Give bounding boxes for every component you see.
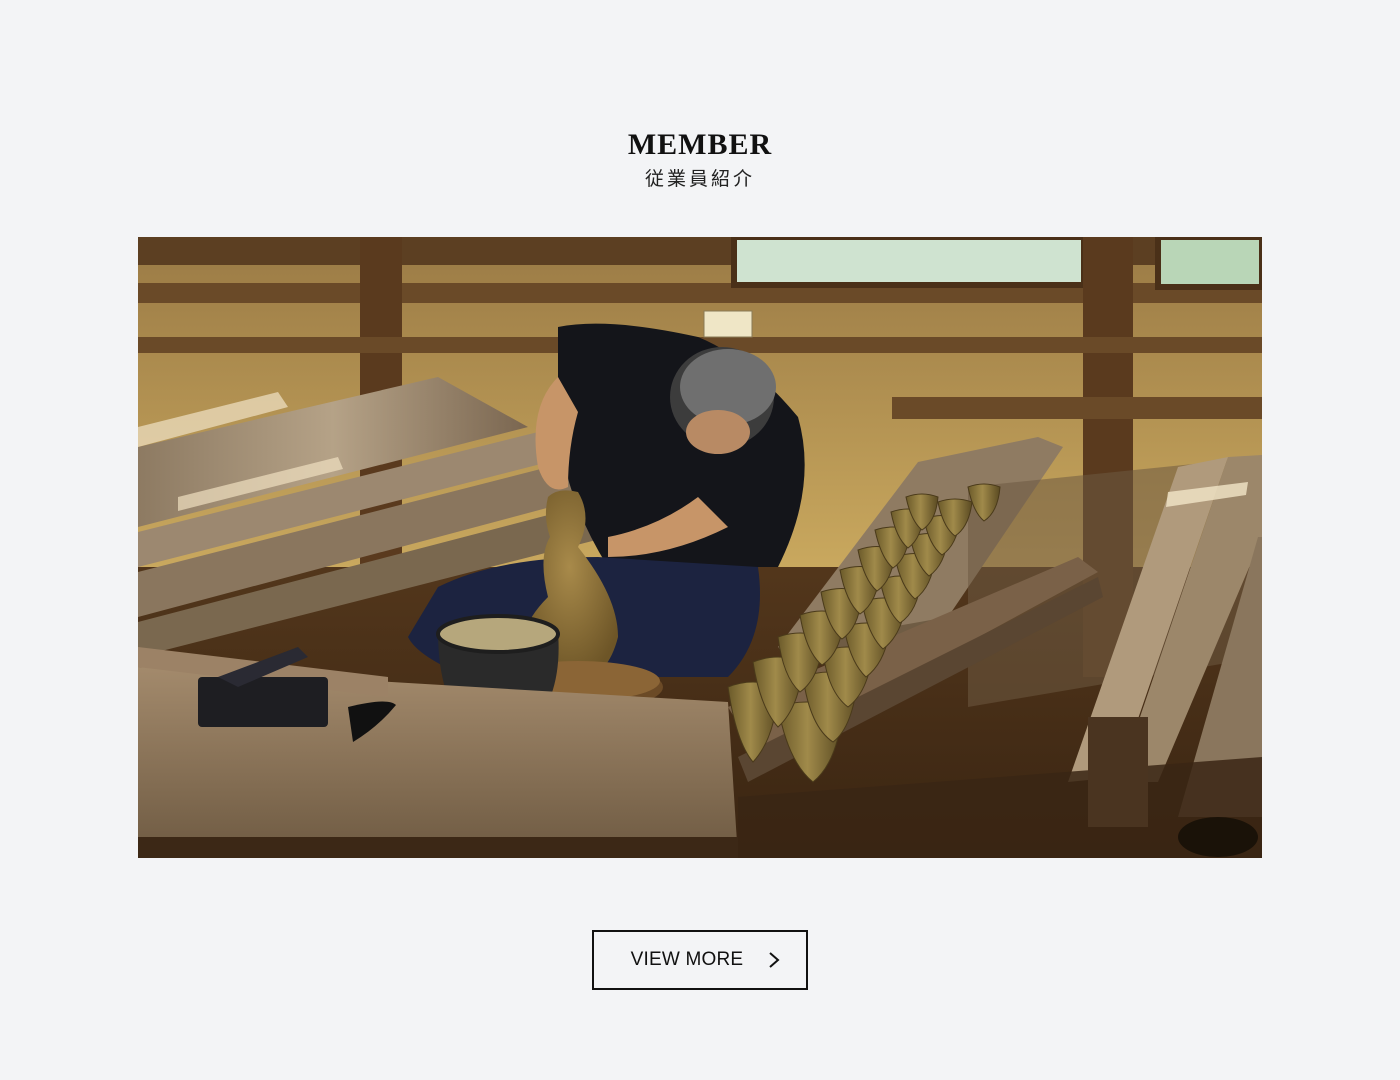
- chevron-right-icon: [769, 952, 780, 968]
- potter-at-wheel-illustration: [138, 237, 1262, 858]
- view-more-label: VIEW MORE: [630, 949, 744, 970]
- member-hero-photo[interactable]: [138, 237, 1262, 858]
- section-subtitle: 従業員紹介: [644, 168, 755, 190]
- member-section: MEMBER 従業員紹介 VIEW MORE: [0, 0, 1400, 1080]
- view-more-button[interactable]: VIEW MORE: [592, 930, 808, 990]
- section-title: MEMBER: [627, 128, 773, 161]
